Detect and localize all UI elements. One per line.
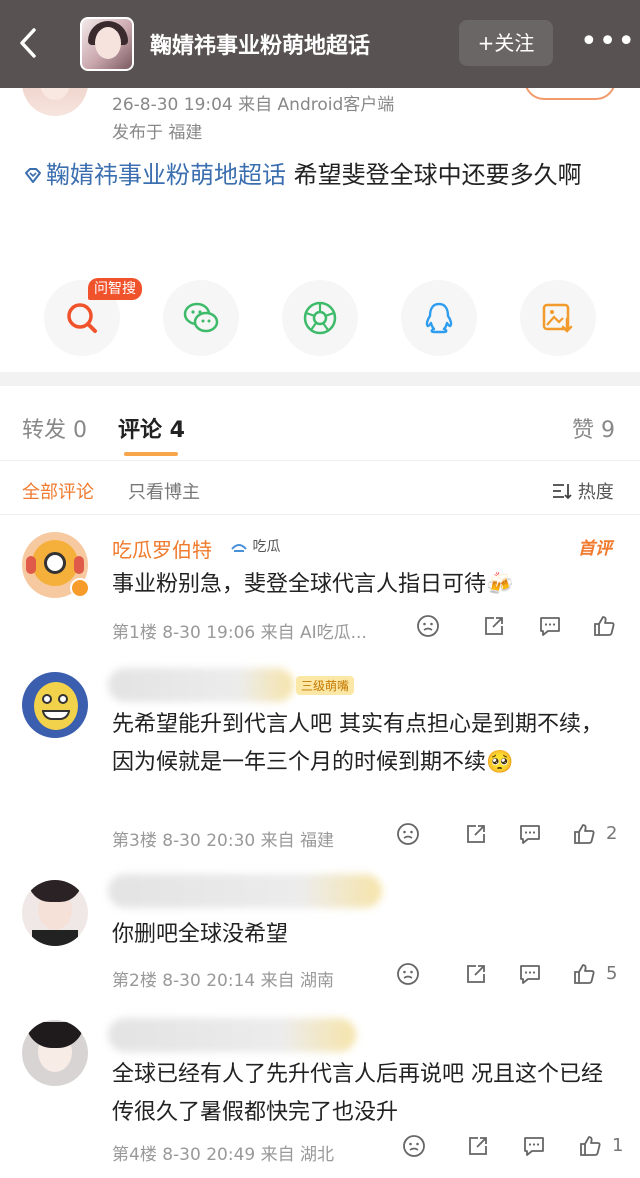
post-body-text: 希望斐登全球中还要多久啊: [286, 161, 582, 189]
emoji-react-icon[interactable]: [396, 962, 420, 990]
supertopic-link[interactable]: 鞠婧祎事业粉萌地超话: [22, 161, 286, 189]
active-tab-indicator: [124, 452, 178, 456]
comment-text: 先希望能升到代言人吧 其实有点担心是到期不续，因为候就是一年三个月的时候到期不续…: [112, 712, 603, 775]
supertopic-avatar[interactable]: [80, 17, 134, 71]
share-comment-icon[interactable]: [482, 614, 506, 642]
comment-text: 全球已经有人了先升代言人后再说吧 况且这个已经传很久了暑假都快完了也没升: [112, 1062, 603, 1125]
follow-button[interactable]: +关注: [459, 20, 553, 66]
comment-meta: 第4楼 8-30 20:49 来自 湖北: [112, 1145, 335, 1165]
like-count: 2: [606, 823, 618, 844]
more-icon[interactable]: •••: [580, 24, 636, 60]
save-image-share-button[interactable]: [520, 280, 596, 356]
tabs-divider: [0, 460, 640, 461]
comment-text: 事业粉别急，斐登全球代言人指日可待🍻: [112, 572, 514, 597]
badge-water-icon: [231, 544, 247, 552]
filter-all-comments[interactable]: 全部评论: [22, 478, 94, 504]
ai-search-icon: [67, 303, 97, 333]
comment-avatar[interactable]: [22, 1020, 88, 1086]
share-comment-icon[interactable]: [464, 822, 488, 850]
wechat-icon: [183, 302, 219, 333]
comment-avatar[interactable]: [22, 672, 88, 738]
comment-meta: 第1楼 8-30 19:06 来自 AI吃瓜...: [112, 623, 367, 643]
like-count: 5: [606, 963, 618, 984]
comment-meta: 第2楼 8-30 20:14 来自 湖南: [112, 971, 335, 991]
blurred-username[interactable]: [108, 668, 294, 702]
back-icon[interactable]: [14, 24, 44, 62]
sort-hot-button[interactable]: 热度: [552, 478, 614, 504]
verified-badge-icon: [70, 578, 90, 598]
share-comment-icon[interactable]: [464, 962, 488, 990]
share-comment-icon[interactable]: [466, 1134, 490, 1162]
filters-divider: [0, 514, 640, 515]
like-count: 1: [612, 1135, 624, 1156]
section-divider: [0, 372, 640, 386]
top-nav-bar: 鞠婧祎事业粉萌地超话 +关注 •••: [0, 0, 640, 88]
save-image-icon: [542, 303, 573, 333]
tab-likes[interactable]: 赞 9: [572, 412, 615, 444]
emoji-react-icon[interactable]: [402, 1134, 426, 1162]
emoji-react-icon[interactable]: [416, 614, 440, 642]
qq-icon: [425, 302, 453, 334]
filter-author-only[interactable]: 只看博主: [128, 478, 200, 504]
user-badge: 吃瓜: [230, 536, 280, 556]
emoji-react-icon[interactable]: [396, 822, 420, 850]
comment-text: 你删吧全球没希望: [112, 922, 289, 947]
wechat-share-button[interactable]: [163, 280, 239, 356]
blurred-username[interactable]: [108, 1018, 356, 1052]
reply-comment-icon[interactable]: [518, 822, 542, 850]
tab-reposts[interactable]: 转发 0: [22, 412, 87, 444]
post-location: 发布于 福建: [112, 123, 203, 143]
sort-label: 热度: [577, 482, 614, 503]
first-comment-tag: 首评: [578, 539, 612, 559]
reply-comment-icon[interactable]: [522, 1134, 546, 1162]
comment-meta: 第3楼 8-30 20:30 来自 福建: [112, 831, 335, 851]
user-badge-label: 吃瓜: [252, 539, 281, 555]
weibo-post-page: +关注 26-8-30 19:04 来自 Android客户端 发布于 福建 鞠…: [0, 0, 640, 1178]
commenter-name[interactable]: 吃瓜罗伯特: [112, 534, 212, 563]
tab-comments[interactable]: 评论 4: [118, 412, 185, 444]
level-tag: 三级萌嘴: [296, 676, 355, 695]
ai-search-badge: 问智搜: [88, 278, 142, 300]
sort-icon: [553, 484, 572, 500]
qq-share-button[interactable]: [401, 280, 477, 356]
like-icon[interactable]: [572, 822, 596, 850]
moments-icon: [303, 301, 337, 335]
post-time-source: 26-8-30 19:04 来自 Android客户端: [112, 95, 395, 115]
supertopic-title[interactable]: 鞠婧祎事业粉萌地超话: [150, 28, 370, 60]
like-icon[interactable]: [572, 962, 596, 990]
like-icon[interactable]: [578, 1134, 602, 1162]
comment-avatar[interactable]: [22, 880, 88, 946]
moments-share-button[interactable]: [282, 280, 358, 356]
like-icon[interactable]: [592, 614, 616, 642]
reply-comment-icon[interactable]: [538, 614, 562, 642]
reply-comment-icon[interactable]: [518, 962, 542, 990]
blurred-username[interactable]: [108, 874, 382, 908]
post-content: 鞠婧祎事业粉萌地超话 希望斐登全球中还要多久啊: [22, 156, 616, 194]
supertopic-diamond-icon: [25, 168, 41, 183]
